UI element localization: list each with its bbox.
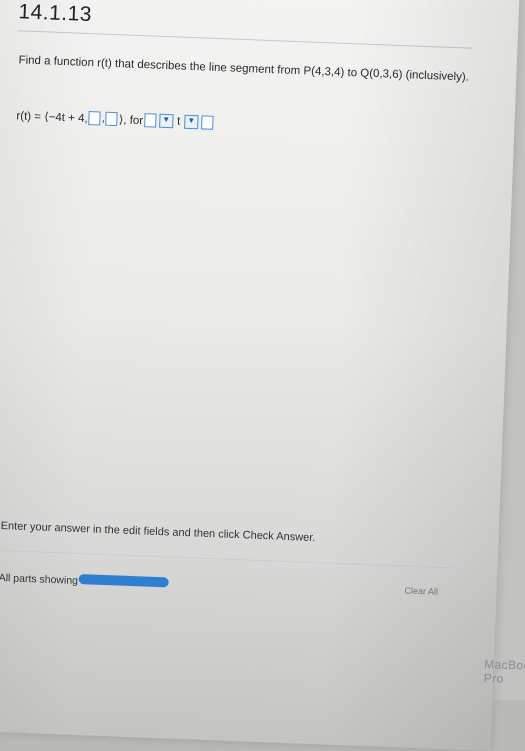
parts-showing-label: All parts showing bbox=[0, 571, 79, 587]
problem-number: 14.1.13 bbox=[17, 0, 93, 27]
clear-all-button[interactable]: Clear All bbox=[404, 586, 438, 597]
progress-bar bbox=[78, 574, 169, 588]
screen: 14.1.13 Find a function r(t) that descri… bbox=[0, 0, 520, 751]
formula-prefix: r(t) = ⟨−4t + 4, bbox=[16, 110, 88, 126]
answer-box-upper-bound[interactable] bbox=[200, 115, 214, 130]
device-brand-label: MacBook Pro bbox=[483, 657, 525, 686]
answer-formula: r(t) = ⟨−4t + 4, , ⟩, for ▼ t ▼ bbox=[16, 108, 214, 130]
formula-comma: , bbox=[101, 112, 106, 125]
answer-box-z[interactable] bbox=[105, 111, 119, 127]
instructions-text: Enter your answer in the edit fields and… bbox=[0, 519, 316, 545]
chevron-down-icon: ▼ bbox=[162, 114, 171, 125]
footer-divider bbox=[0, 549, 453, 569]
t-variable: t bbox=[176, 115, 181, 128]
chevron-down-icon: ▼ bbox=[187, 115, 196, 126]
answer-box-lower-bound[interactable] bbox=[143, 113, 157, 128]
lower-inequality-dropdown[interactable]: ▼ bbox=[158, 113, 174, 129]
question-text: Find a function r(t) that describes the … bbox=[18, 54, 470, 84]
upper-inequality-dropdown[interactable]: ▼ bbox=[183, 114, 199, 130]
header-divider bbox=[17, 30, 473, 49]
answer-box-y[interactable] bbox=[88, 111, 101, 126]
formula-close: ⟩, for bbox=[118, 114, 144, 128]
